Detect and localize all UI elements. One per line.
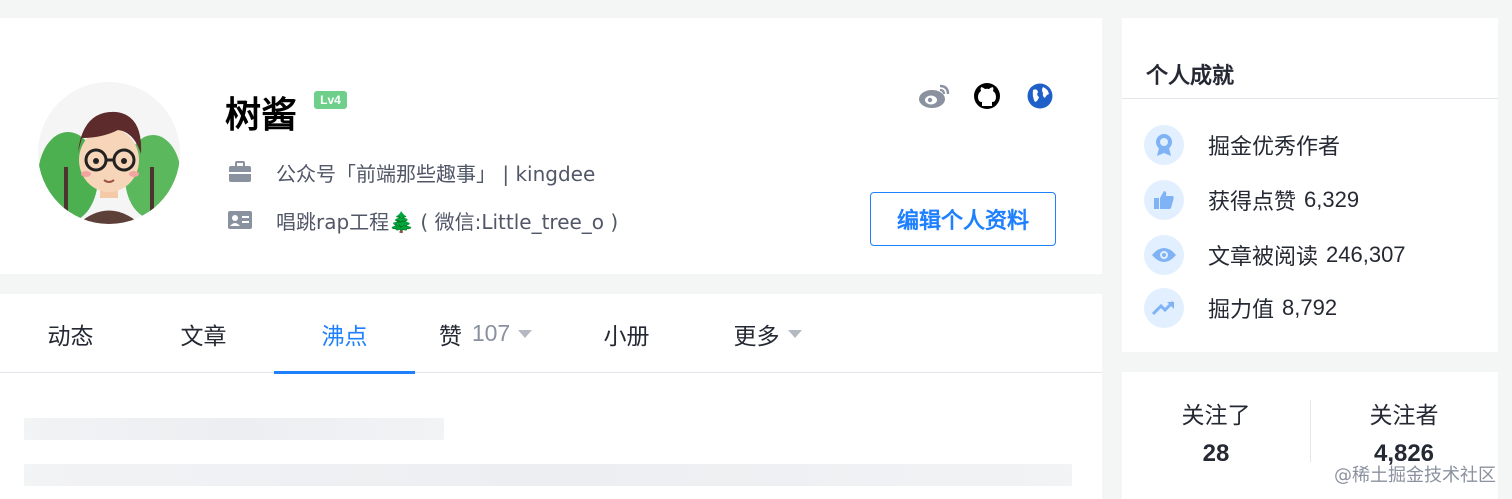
id-card-icon: [227, 209, 253, 231]
chevron-down-icon: [518, 329, 533, 338]
achievement-label: 获得点赞: [1208, 190, 1297, 215]
tab-more[interactable]: 更多: [697, 294, 838, 373]
tab-label: 沸点: [321, 323, 368, 350]
profile-card: 树酱 Lv4 公众号「前端那些趣事」 | kingdee 唱跳rap工程🌲 ( …: [0, 18, 1102, 274]
bio-text: 唱跳rap工程🌲 ( 微信:Little_tree_o ): [276, 209, 619, 234]
loading-skeleton: [24, 464, 1072, 486]
bio-row: 唱跳rap工程🌲 ( 微信:Little_tree_o ): [227, 206, 618, 234]
weibo-icon[interactable]: [918, 80, 950, 112]
achievements-card: 个人成就 掘金优秀作者 获得点赞 6,329 文章被阅读 246,307 掘力值…: [1122, 18, 1498, 352]
level-badge: Lv4: [314, 91, 347, 109]
trend-icon: [1144, 288, 1184, 328]
followers-stat[interactable]: 关注者 4,826: [1310, 396, 1498, 468]
watermark: @稀土掘金技术社区: [1334, 465, 1496, 486]
achievement-value: 8,792: [1282, 295, 1338, 320]
thumb-up-icon: [1144, 180, 1184, 220]
job-row: 公众号「前端那些趣事」 | kingdee: [227, 158, 595, 186]
achievement-label: 掘金优秀作者: [1208, 135, 1341, 160]
job-text: 公众号「前端那些趣事」 | kingdee: [276, 161, 596, 186]
tab-label: 赞: [438, 323, 462, 350]
eye-icon: [1144, 235, 1184, 275]
tab-label: 小册: [603, 323, 650, 350]
achievement-value: 6,329: [1304, 187, 1360, 212]
tab-articles[interactable]: 文章: [133, 294, 274, 373]
achievement-value: 246,307: [1326, 242, 1406, 267]
tab-label: 更多: [733, 323, 780, 350]
divider: [1122, 98, 1498, 99]
following-count: 28: [1202, 440, 1230, 467]
briefcase-icon: [227, 161, 253, 183]
tab-booklets[interactable]: 小册: [556, 294, 697, 373]
tab-label: 文章: [180, 323, 227, 350]
avatar[interactable]: [38, 82, 180, 224]
globe-icon[interactable]: [1024, 80, 1056, 112]
achievement-item: 掘金优秀作者: [1144, 125, 1340, 165]
loading-skeleton: [24, 418, 444, 440]
achievement-item: 获得点赞 6,329: [1144, 180, 1359, 220]
award-icon: [1144, 125, 1184, 165]
tab-bar: 动态 文章 沸点 赞 107 小册 更多: [0, 294, 1102, 374]
achievement-label: 掘力值: [1208, 298, 1275, 323]
following-stat[interactable]: 关注了 28: [1122, 396, 1310, 468]
achievements-title: 个人成就: [1146, 64, 1235, 89]
username: 树酱: [225, 95, 298, 136]
tab-likes[interactable]: 赞 107: [415, 294, 556, 373]
tab-activity[interactable]: 动态: [0, 294, 141, 373]
github-icon[interactable]: [971, 80, 1003, 112]
content-card: 动态 文章 沸点 赞 107 小册 更多: [0, 294, 1102, 499]
tab-label: 动态: [47, 323, 94, 350]
edit-profile-button[interactable]: 编辑个人资料: [870, 192, 1056, 246]
followers-label: 关注者: [1369, 403, 1439, 429]
likes-count: 107: [471, 320, 511, 346]
achievement-item: 文章被阅读 246,307: [1144, 235, 1406, 275]
following-label: 关注了: [1181, 403, 1251, 429]
achievement-item: 掘力值 8,792: [1144, 288, 1337, 328]
tab-pins[interactable]: 沸点: [274, 294, 415, 374]
achievement-label: 文章被阅读: [1208, 245, 1319, 270]
chevron-down-icon: [787, 329, 802, 338]
